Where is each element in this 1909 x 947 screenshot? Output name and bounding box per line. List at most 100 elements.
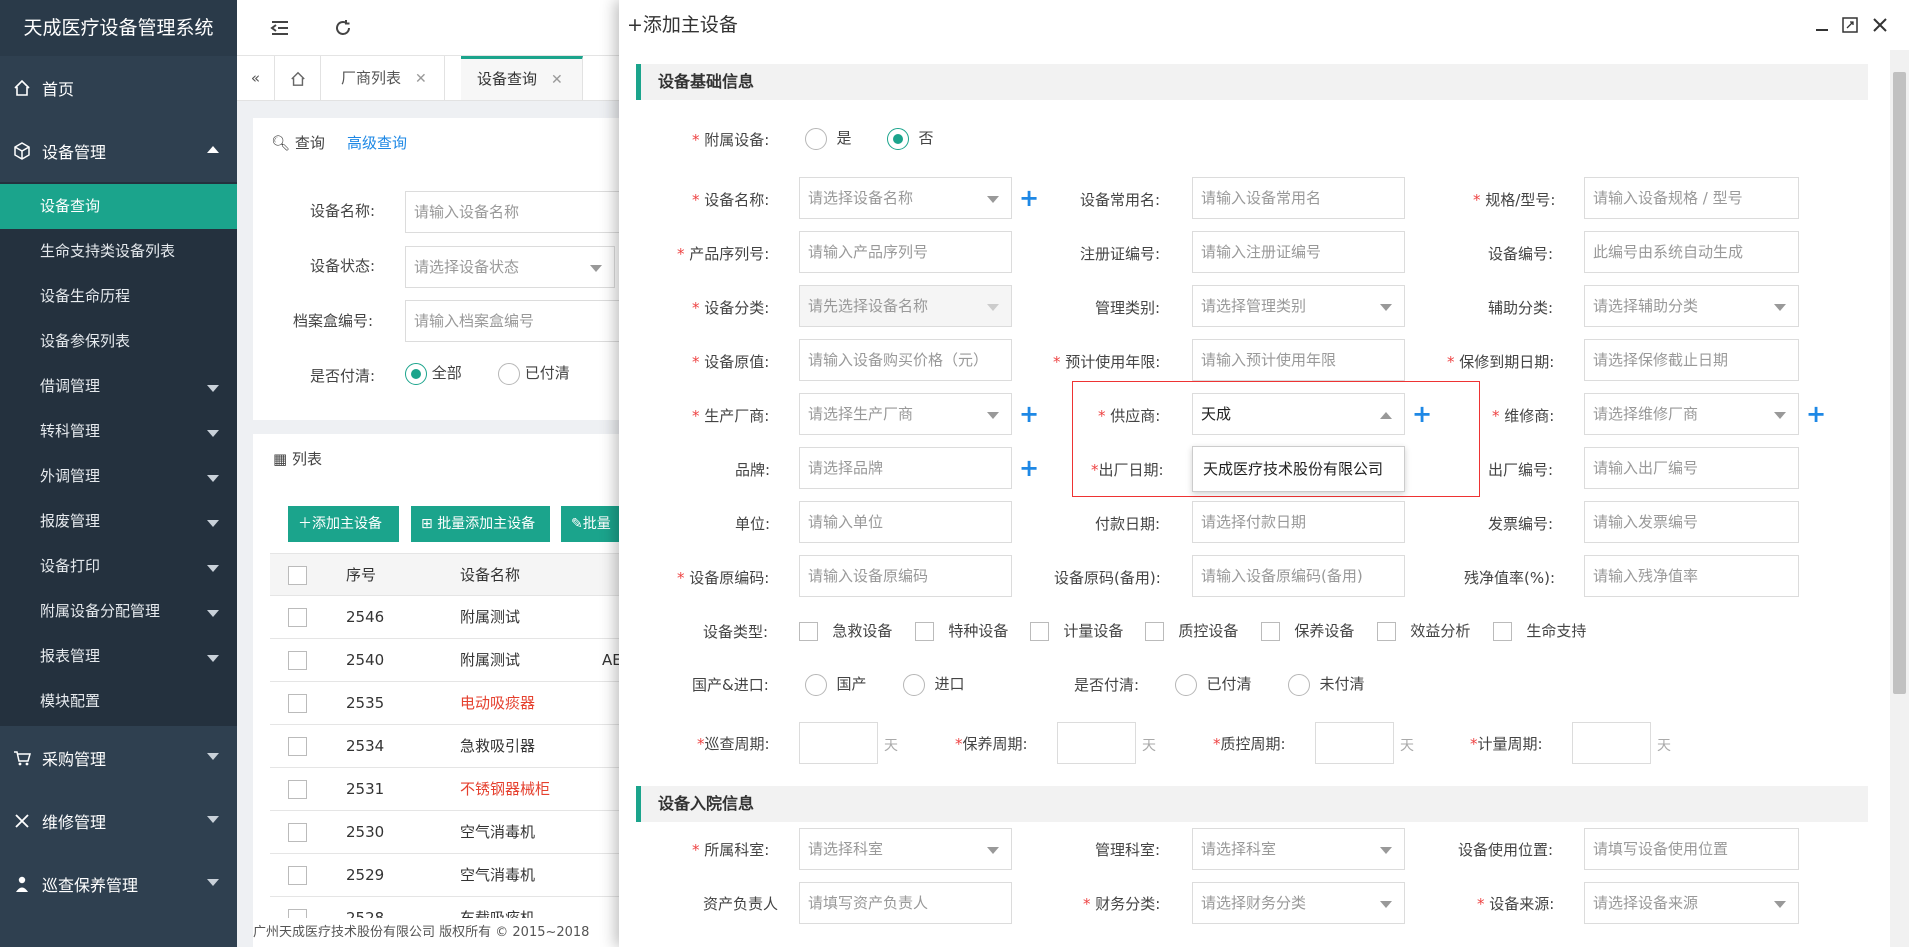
- row-checkbox[interactable]: [288, 651, 307, 670]
- finance-category-select[interactable]: 请选择财务分类: [1192, 882, 1405, 924]
- payment-date-input[interactable]: 请选择付款日期: [1192, 501, 1405, 543]
- modal-scrollbar[interactable]: [1890, 50, 1909, 947]
- sidebar-item-scrap[interactable]: 报废管理: [0, 499, 237, 544]
- query-link[interactable]: 🔍︎ 查询: [271, 132, 325, 153]
- select-all-checkbox[interactable]: [288, 566, 307, 585]
- device-status-select[interactable]: 请选择设备状态: [405, 246, 615, 288]
- sidebar-item-borrow[interactable]: 借调管理: [0, 364, 237, 409]
- row-checkbox[interactable]: [288, 737, 307, 756]
- maintenance-cycle-input[interactable]: [1057, 722, 1136, 764]
- sidebar-item-repair[interactable]: 维修管理: [0, 789, 237, 852]
- table-row[interactable]: 2540 附属测试 AE: [270, 639, 622, 682]
- maximize-icon[interactable]: [1841, 16, 1859, 34]
- aux-category-select[interactable]: 请选择辅助分类: [1584, 285, 1799, 327]
- supplier-select[interactable]: 天成: [1192, 393, 1405, 435]
- residual-rate-input[interactable]: 请输入残净值率: [1584, 555, 1799, 597]
- sidebar-item-print[interactable]: 设备打印: [0, 544, 237, 589]
- archive-box-input[interactable]: 请输入档案盒编号: [405, 300, 635, 342]
- menu-collapse-icon[interactable]: [269, 17, 291, 39]
- brand-select[interactable]: 请选择品牌: [799, 447, 1012, 489]
- batch-add-device-button[interactable]: ⊞ 批量添加主设备: [411, 506, 550, 542]
- sidebar-item-modules[interactable]: 模块配置: [0, 679, 237, 724]
- table-row[interactable]: 2531 不锈钢器械柜: [270, 768, 620, 811]
- warranty-date-input[interactable]: 请选择保修截止日期: [1584, 339, 1799, 381]
- device-name-select[interactable]: 请选择设备名称: [799, 177, 1012, 219]
- usage-location-input[interactable]: 请填写设备使用位置: [1584, 828, 1799, 870]
- add-device-button[interactable]: ＋添加主设备: [288, 506, 399, 542]
- tab-device-query[interactable]: 设备查询 ✕: [461, 56, 583, 100]
- close-icon[interactable]: ✕: [415, 71, 427, 87]
- original-code-input[interactable]: 请输入设备原编码: [799, 555, 1012, 597]
- attached-no-radio[interactable]: 否: [887, 127, 934, 150]
- invoice-no-input[interactable]: 请输入发票编号: [1584, 501, 1799, 543]
- type-life-support-checkbox[interactable]: 生命支持: [1493, 620, 1586, 641]
- asset-owner-input[interactable]: 请填写资产负责人: [799, 882, 1012, 924]
- add-brand-icon[interactable]: +: [1019, 456, 1039, 480]
- attached-yes-radio[interactable]: 是: [805, 127, 852, 150]
- patrol-cycle-input[interactable]: [799, 722, 878, 764]
- type-benefit-checkbox[interactable]: 效益分析: [1377, 620, 1470, 641]
- sidebar-item-patrol[interactable]: 巡查保养管理: [0, 852, 237, 915]
- batch-edit-button[interactable]: ✎批量: [561, 506, 619, 542]
- row-checkbox[interactable]: [288, 823, 307, 842]
- row-checkbox[interactable]: [288, 780, 307, 799]
- home-tab-icon[interactable]: [275, 56, 321, 100]
- table-row[interactable]: 2529 空气消毒机: [270, 854, 620, 897]
- tabs-scroll-left-icon[interactable]: «: [237, 56, 275, 100]
- minimize-icon[interactable]: [1813, 16, 1831, 34]
- paid-no-radio[interactable]: 未付清: [1288, 673, 1365, 696]
- sidebar-item-life-support[interactable]: 生命支持类设备列表: [0, 229, 237, 274]
- row-checkbox[interactable]: [288, 694, 307, 713]
- origin-domestic-radio[interactable]: 国产: [805, 673, 867, 696]
- add-manufacturer-icon[interactable]: +: [1019, 402, 1039, 426]
- mgmt-department-select[interactable]: 请选择科室: [1192, 828, 1405, 870]
- tab-vendor-list[interactable]: 厂商列表 ✕: [321, 56, 445, 100]
- scrollbar-thumb[interactable]: [1893, 72, 1906, 694]
- close-icon[interactable]: [1871, 16, 1889, 34]
- sidebar-item-external[interactable]: 外调管理: [0, 454, 237, 499]
- add-maintainer-icon[interactable]: +: [1806, 402, 1826, 426]
- model-input[interactable]: 请输入设备规格 / 型号: [1584, 177, 1799, 219]
- table-row[interactable]: 2530 空气消毒机: [270, 811, 620, 854]
- row-checkbox[interactable]: [288, 608, 307, 627]
- refresh-icon[interactable]: [332, 17, 354, 39]
- qc-cycle-input[interactable]: [1315, 722, 1394, 764]
- type-qc-checkbox[interactable]: 质控设备: [1145, 620, 1238, 641]
- table-row[interactable]: 2535 电动吸痰器: [270, 682, 620, 725]
- sidebar-item-device-management[interactable]: 设备管理: [0, 119, 237, 182]
- maintainer-select[interactable]: 请选择维修厂商: [1584, 393, 1799, 435]
- device-source-select[interactable]: 请选择设备来源: [1584, 882, 1799, 924]
- serial-input[interactable]: 请输入产品序列号: [799, 231, 1012, 273]
- factory-no-input[interactable]: 请输入出厂编号: [1584, 447, 1799, 489]
- reg-cert-input[interactable]: 请输入注册证编号: [1192, 231, 1405, 273]
- origin-import-radio[interactable]: 进口: [903, 673, 965, 696]
- manufacturer-select[interactable]: 请选择生产厂商: [799, 393, 1012, 435]
- device-name-input[interactable]: 请输入设备名称: [405, 191, 635, 233]
- original-price-input[interactable]: 请输入设备购买价格（元）: [799, 339, 1012, 381]
- sidebar-item-home[interactable]: 首页: [0, 56, 237, 119]
- department-select[interactable]: 请选择科室: [799, 828, 1012, 870]
- type-maintenance-checkbox[interactable]: 保养设备: [1261, 620, 1354, 641]
- device-code-input[interactable]: 此编号由系统自动生成: [1584, 231, 1799, 273]
- sidebar-item-reports[interactable]: 报表管理: [0, 634, 237, 679]
- unit-input[interactable]: 请输入单位: [799, 501, 1012, 543]
- table-row[interactable]: 2534 急救吸引器: [270, 725, 620, 768]
- sidebar-item-purchase[interactable]: 采购管理: [0, 726, 237, 789]
- table-row[interactable]: 2546 附属测试: [270, 596, 620, 639]
- sidebar-item-attached-alloc[interactable]: 附属设备分配管理: [0, 589, 237, 634]
- metering-cycle-input[interactable]: [1572, 722, 1651, 764]
- common-name-input[interactable]: 请输入设备常用名: [1192, 177, 1405, 219]
- mgmt-category-select[interactable]: 请选择管理类别: [1192, 285, 1405, 327]
- add-device-name-icon[interactable]: +: [1019, 186, 1039, 210]
- row-checkbox[interactable]: [288, 866, 307, 885]
- original-code-backup-input[interactable]: 请输入设备原编码(备用): [1192, 555, 1405, 597]
- sidebar-item-insurance[interactable]: 设备参保列表: [0, 319, 237, 364]
- type-emergency-checkbox[interactable]: 急救设备: [799, 620, 892, 641]
- close-icon[interactable]: ✕: [551, 72, 563, 88]
- advanced-query-link[interactable]: 高级查询: [347, 132, 407, 153]
- useful-life-input[interactable]: 请输入预计使用年限: [1192, 339, 1405, 381]
- type-metering-checkbox[interactable]: 计量设备: [1030, 620, 1123, 641]
- paid-all-radio[interactable]: 全部: [405, 362, 462, 385]
- add-supplier-icon[interactable]: +: [1412, 402, 1432, 426]
- paid-yes-radio[interactable]: 已付清: [1175, 673, 1252, 696]
